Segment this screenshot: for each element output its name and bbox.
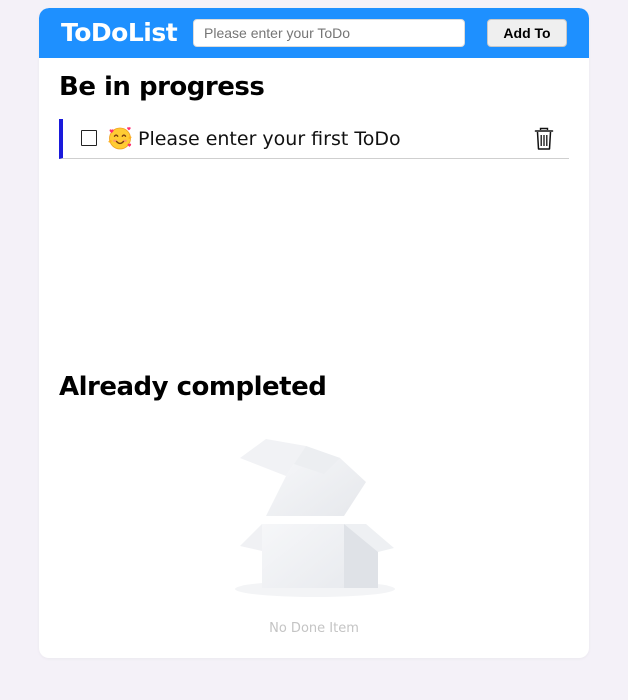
app-header: ToDoList Add To — [39, 8, 589, 58]
todo-card: ToDoList Add To Be in progress Please en… — [39, 8, 589, 658]
trash-icon[interactable] — [533, 127, 555, 151]
empty-state-text: No Done Item — [269, 621, 359, 636]
add-todo-button[interactable]: Add To — [487, 19, 567, 47]
todo-list-item: Please enter your first ToDo — [59, 119, 569, 159]
todo-checkbox[interactable] — [81, 130, 97, 146]
completed-title: Already completed — [59, 372, 327, 402]
todo-input[interactable] — [193, 19, 465, 47]
todo-item-text: Please enter your first ToDo — [138, 128, 401, 150]
in-progress-title: Be in progress — [59, 72, 265, 102]
empty-box-icon — [235, 439, 395, 597]
smiling-face-with-hearts-icon — [108, 127, 132, 150]
app-title: ToDoList — [61, 18, 178, 47]
